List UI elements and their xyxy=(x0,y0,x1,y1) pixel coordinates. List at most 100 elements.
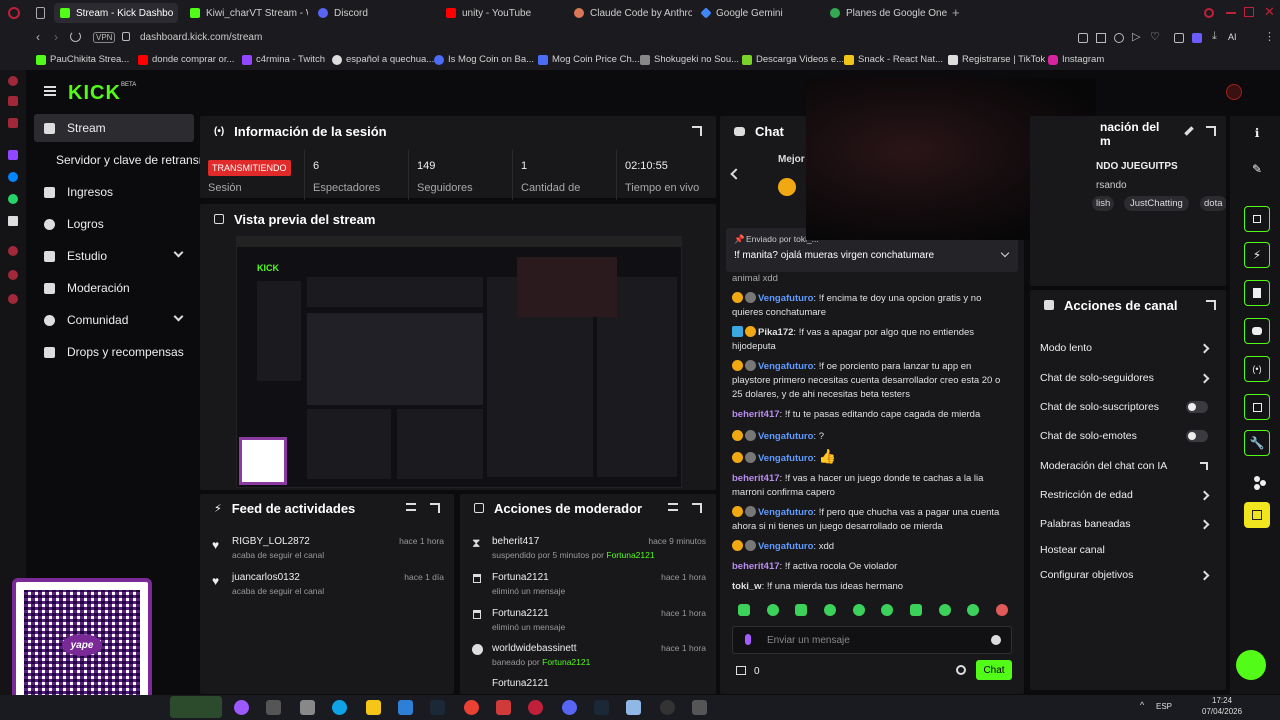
tab-discord[interactable]: Discord xyxy=(312,3,436,23)
obs-icon[interactable] xyxy=(660,700,675,715)
kick-logo[interactable]: KICK xyxy=(68,82,121,105)
extension-icon[interactable] xyxy=(1096,33,1106,43)
popout-icon[interactable] xyxy=(1206,126,1216,136)
emote-icon[interactable] xyxy=(795,604,808,616)
app-icon[interactable] xyxy=(626,700,641,715)
avatar[interactable] xyxy=(1226,84,1242,100)
emoji-icon[interactable] xyxy=(991,635,1001,645)
wallet-icon[interactable] xyxy=(8,96,18,106)
copilot-icon[interactable] xyxy=(234,700,249,715)
nav-ingresos[interactable]: Ingresos xyxy=(34,178,194,206)
chat-message[interactable]: toki_w: !f una mierda tus ideas hermano xyxy=(732,580,1004,594)
bookmark-item[interactable]: c4rmina - Twitch xyxy=(242,54,325,65)
minimize-icon[interactable] xyxy=(1226,12,1236,14)
weather-widget[interactable] xyxy=(170,696,222,718)
bookmark-item[interactable]: Snack - React Nat... xyxy=(844,54,943,65)
layout-tool-icon[interactable] xyxy=(1244,394,1270,420)
nav-comunidad[interactable]: Comunidad xyxy=(34,306,194,334)
tag[interactable]: lish xyxy=(1092,196,1115,211)
chat-message[interactable]: beherit417: !f tu te pasas editando cape… xyxy=(732,408,1004,422)
settings-icon[interactable] xyxy=(8,294,18,304)
share-tool-icon[interactable] xyxy=(1244,466,1270,492)
emote-icon[interactable] xyxy=(995,604,1008,616)
chat-tool-icon[interactable] xyxy=(1244,318,1270,344)
chat-message[interactable]: Pika172: !f vas a apagar por algo que no… xyxy=(732,326,1004,354)
steam-taskbar-icon[interactable] xyxy=(594,700,609,715)
url-field[interactable]: dashboard.kick.com/stream xyxy=(140,32,262,43)
opera-taskbar-icon[interactable] xyxy=(528,700,543,715)
ai-button[interactable]: AI xyxy=(1228,32,1237,42)
history-icon[interactable] xyxy=(8,246,18,256)
hamburger-icon[interactable] xyxy=(44,86,56,88)
popout-icon[interactable] xyxy=(1206,300,1216,310)
send-chat-button[interactable]: Chat xyxy=(976,660,1012,680)
chat-message[interactable]: beherit417: !f vas a hacer un juego dond… xyxy=(732,472,1004,500)
info-icon[interactable]: ℹ xyxy=(1244,120,1270,146)
chevron-left-icon[interactable] xyxy=(730,168,742,180)
vscode-icon[interactable] xyxy=(398,700,413,715)
forward-icon[interactable]: › xyxy=(54,30,58,44)
emote-icon[interactable] xyxy=(967,604,980,616)
tab-list-icon[interactable] xyxy=(36,7,45,19)
clipboard-tool-icon[interactable] xyxy=(1244,280,1270,306)
bookmark-item[interactable]: Instagram xyxy=(1048,54,1104,65)
chat-message[interactable]: beherit417: !f activa rocola Oe violador xyxy=(732,560,1004,574)
app-icon[interactable] xyxy=(496,700,511,715)
bookmark-item[interactable]: Shokugeki no Sou... xyxy=(640,54,739,65)
popout-icon[interactable] xyxy=(430,503,440,513)
gift-icon[interactable] xyxy=(736,666,746,675)
tag[interactable]: dota xyxy=(1200,196,1226,211)
emote-icon[interactable] xyxy=(909,604,922,616)
downloads-icon[interactable] xyxy=(8,270,18,280)
edge-icon[interactable] xyxy=(332,700,347,715)
filter-icon[interactable] xyxy=(668,503,678,511)
chat-message[interactable]: Vengafuturo: !f pero que chucha vas a pa… xyxy=(732,506,1004,534)
chat-message[interactable]: Vengafuturo: xdd xyxy=(732,540,1004,554)
whatsapp-icon[interactable] xyxy=(8,194,18,204)
action-age-restriction[interactable]: Restricción de edad xyxy=(1040,481,1216,509)
chat-input[interactable]: Enviar un mensaje xyxy=(732,626,1012,654)
filter-icon[interactable] xyxy=(406,503,416,511)
steam-icon[interactable] xyxy=(430,700,445,715)
app-icon[interactable] xyxy=(266,700,281,715)
bookmark-item[interactable]: Descarga Videos e... xyxy=(742,54,844,65)
bookmark-item[interactable]: PauChikita Strea... xyxy=(36,54,129,65)
chevron-down-icon[interactable] xyxy=(1000,248,1010,258)
screenshot-icon[interactable] xyxy=(1078,33,1088,43)
feed-icon[interactable] xyxy=(8,118,18,128)
stream-preview-video[interactable]: KICK xyxy=(236,236,682,488)
action-host-channel[interactable]: Hostear canal xyxy=(1040,536,1216,564)
tag[interactable]: JustChatting xyxy=(1124,196,1189,211)
wrench-tool-icon[interactable]: 🔧 xyxy=(1244,430,1270,456)
opera-logo-icon[interactable] xyxy=(8,7,20,19)
tab-youtube[interactable]: unity - YouTube xyxy=(440,3,564,23)
broadcast-tool-icon[interactable]: (•) xyxy=(1244,356,1270,382)
pencil-icon[interactable]: ✎ xyxy=(1244,156,1270,182)
subs-only-toggle[interactable] xyxy=(1186,401,1208,413)
goal-tool-icon[interactable] xyxy=(1244,502,1270,528)
bookmark-item[interactable]: español a quechua... xyxy=(332,54,434,65)
camera-tool-icon[interactable] xyxy=(1244,206,1270,232)
action-banned-words[interactable]: Palabras baneadas xyxy=(1040,510,1216,538)
app-icon[interactable] xyxy=(300,700,315,715)
action-emotes-only[interactable]: Chat de solo-emotes xyxy=(1040,422,1216,450)
search-tabs-icon[interactable] xyxy=(1204,8,1214,18)
tab-kiwi-stream[interactable]: Kiwi_charVT Stream - Wa xyxy=(184,3,308,23)
action-followers-only[interactable]: Chat de solo-seguidores xyxy=(1040,364,1216,392)
emotes-only-toggle[interactable] xyxy=(1186,430,1208,442)
lightning-tool-icon[interactable]: ⚡ xyxy=(1244,242,1270,268)
chat-message[interactable]: Vengafuturo: ? xyxy=(732,430,1004,444)
tab-google-one[interactable]: Planes de Google One xyxy=(824,3,948,23)
action-subs-only[interactable]: Chat de solo-suscriptores xyxy=(1040,393,1216,421)
emote-icon[interactable] xyxy=(938,604,951,616)
bookmark-item[interactable]: Is Mog Coin on Ba... xyxy=(434,54,534,65)
camera-icon[interactable] xyxy=(1114,33,1124,43)
emote-icon[interactable] xyxy=(823,604,836,616)
nav-estudio[interactable]: Estudio xyxy=(34,242,194,270)
popout-icon[interactable] xyxy=(692,126,702,136)
action-ai-moderation[interactable]: Moderación del chat con IA xyxy=(1040,452,1216,480)
close-window-icon[interactable]: ✕ xyxy=(1264,4,1275,20)
discord-extension-icon[interactable] xyxy=(1192,33,1202,43)
bookmark-item[interactable]: Mog Coin Price Ch... xyxy=(538,54,640,65)
action-slow-mode[interactable]: Modo lento xyxy=(1040,334,1216,362)
